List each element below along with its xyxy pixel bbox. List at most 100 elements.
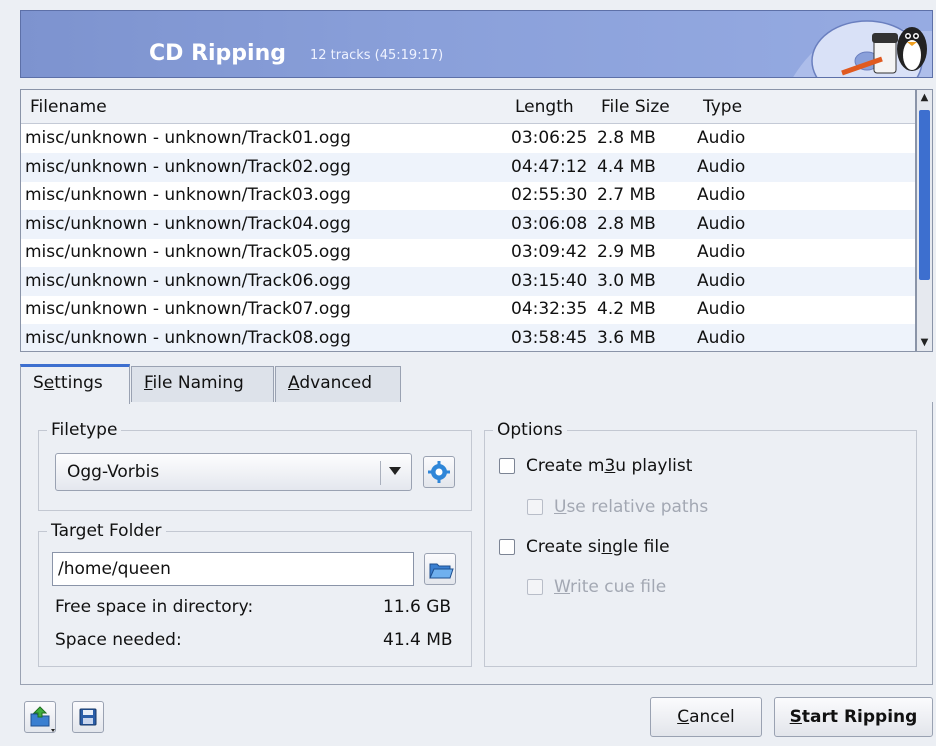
track-row[interactable]: misc/unknown - unknown/Track07.ogg 04:32… — [21, 295, 915, 324]
track-size: 2.8 MB — [597, 128, 656, 148]
tab-label: S — [33, 373, 44, 393]
button-label: tart Ripping — [801, 707, 918, 727]
configure-gear-icon — [428, 461, 450, 483]
chevron-down-icon — [389, 467, 401, 475]
column-header-length[interactable]: Length — [515, 97, 574, 117]
scroll-down-arrow-icon[interactable]: ▼ — [918, 335, 931, 351]
track-filename: misc/unknown - unknown/Track03.ogg — [25, 185, 351, 205]
track-length: 04:47:12 — [511, 156, 588, 177]
track-row[interactable]: misc/unknown - unknown/Track05.ogg 03:09… — [21, 238, 915, 267]
track-row[interactable]: misc/unknown - unknown/Track08.ogg 03:58… — [21, 323, 915, 351]
track-length: 03:09:42 — [511, 242, 588, 262]
create-single-file-checkbox[interactable] — [499, 539, 515, 555]
target-folder-value: /home/queen — [58, 559, 171, 579]
scrollbar-thumb[interactable] — [919, 110, 930, 280]
label-mnemonic: U — [554, 497, 567, 517]
track-length: 03:15:40 — [511, 270, 588, 291]
dialog-subtitle: 12 tracks (45:19:17) — [310, 48, 444, 63]
track-length: 03:06:25 — [511, 128, 588, 148]
configure-filetype-button[interactable] — [423, 456, 455, 488]
track-filename: misc/unknown - unknown/Track04.ogg — [25, 213, 351, 234]
track-size: 2.9 MB — [597, 242, 656, 262]
space-needed-label: Space needed: — [55, 630, 182, 650]
load-profile-button[interactable] — [24, 701, 56, 733]
options-legend: Options — [497, 420, 563, 440]
track-size: 4.4 MB — [597, 156, 656, 177]
space-needed-value: 41.4 MB — [383, 630, 453, 650]
track-size: 2.8 MB — [597, 213, 656, 234]
track-length: 02:55:30 — [511, 185, 588, 205]
column-header-file-size[interactable]: File Size — [601, 97, 670, 117]
track-row[interactable]: misc/unknown - unknown/Track04.ogg 03:06… — [21, 209, 915, 239]
tab-label: ttings — [54, 373, 103, 393]
create-single-file-label[interactable]: Create single file — [526, 537, 670, 557]
cancel-button[interactable]: Cancel — [650, 697, 762, 737]
button-mnemonic: C — [677, 707, 690, 727]
track-row[interactable]: misc/unknown - unknown/Track02.ogg 04:47… — [21, 152, 915, 182]
track-type: Audio — [697, 299, 746, 319]
track-length: 03:06:08 — [511, 213, 588, 234]
track-size: 4.2 MB — [597, 299, 656, 319]
filetype-selected: Ogg-Vorbis — [67, 462, 160, 482]
label-text: u playlist — [615, 456, 693, 476]
write-cue-file-label[interactable]: Write cue file — [554, 577, 666, 597]
tab-settings[interactable]: Settings — [20, 364, 130, 404]
tab-file-naming[interactable]: File Naming — [131, 366, 274, 403]
start-ripping-button[interactable]: Start Ripping — [774, 697, 933, 737]
relative-paths-label[interactable]: Use relative paths — [554, 497, 708, 517]
save-icon — [79, 708, 97, 726]
free-space-value: 11.6 GB — [383, 597, 452, 617]
track-length: 04:32:35 — [511, 299, 588, 319]
track-list[interactable]: Filename Length File Size Type misc/unkn… — [20, 89, 916, 352]
open-folder-icon — [429, 563, 454, 579]
relative-paths-checkbox[interactable] — [527, 499, 543, 515]
create-m3u-label[interactable]: Create m3u playlist — [526, 456, 692, 476]
scroll-up-arrow-icon[interactable]: ▲ — [918, 90, 931, 106]
column-header-filename[interactable]: Filename — [30, 97, 107, 117]
label-text: Create m — [526, 456, 605, 476]
label-mnemonic: 3 — [604, 456, 616, 476]
track-size: 2.7 MB — [597, 185, 656, 205]
button-label: ancel — [689, 707, 735, 727]
tab-label: ile Naming — [152, 373, 244, 393]
track-filename: misc/unknown - unknown/Track07.ogg — [25, 299, 351, 319]
cd-penguin-banner-icon — [793, 20, 932, 77]
free-space-label: Free space in directory: — [55, 597, 254, 617]
track-type: Audio — [697, 185, 746, 205]
track-size: 3.0 MB — [597, 270, 656, 291]
column-header-type[interactable]: Type — [703, 97, 742, 117]
button-mnemonic: S — [789, 707, 802, 727]
browse-folder-button[interactable] — [424, 553, 456, 585]
track-row[interactable]: misc/unknown - unknown/Track03.ogg 02:55… — [21, 181, 915, 210]
label-mnemonic: W — [554, 577, 571, 597]
track-row[interactable]: misc/unknown - unknown/Track06.ogg 03:15… — [21, 266, 915, 296]
track-size: 3.6 MB — [597, 327, 656, 348]
label-text: Create si — [526, 537, 602, 557]
filetype-select[interactable]: Ogg-Vorbis — [55, 453, 412, 491]
filetype-legend: Filetype — [51, 420, 118, 440]
track-filename: misc/unknown - unknown/Track08.ogg — [25, 327, 351, 348]
tab-label-mnemonic: A — [288, 373, 300, 393]
create-m3u-checkbox[interactable] — [499, 458, 515, 474]
write-cue-file-checkbox[interactable] — [527, 579, 543, 595]
track-filename: misc/unknown - unknown/Track06.ogg — [25, 270, 351, 291]
tab-label: dvanced — [299, 373, 372, 393]
target-folder-legend: Target Folder — [51, 521, 162, 541]
tab-advanced[interactable]: Advanced — [275, 366, 401, 403]
label-mnemonic: n — [601, 537, 613, 557]
save-profile-button[interactable] — [72, 701, 104, 733]
track-filename: misc/unknown - unknown/Track01.ogg — [25, 128, 351, 148]
label-text: gle file — [612, 537, 670, 557]
track-row[interactable]: misc/unknown - unknown/Track01.ogg 03:06… — [21, 124, 915, 153]
track-type: Audio — [697, 242, 746, 262]
tab-label-mnemonic: F — [144, 373, 153, 393]
label-text: rite cue file — [570, 577, 667, 597]
dialog-title: CD Ripping — [149, 41, 286, 66]
track-length: 03:58:45 — [511, 327, 588, 348]
track-list-scrollbar[interactable]: ▲ ▼ — [916, 89, 933, 352]
target-folder-input[interactable]: /home/queen — [52, 552, 414, 586]
track-type: Audio — [697, 128, 746, 148]
track-type: Audio — [697, 213, 746, 234]
track-type: Audio — [697, 327, 746, 348]
track-type: Audio — [697, 270, 746, 291]
